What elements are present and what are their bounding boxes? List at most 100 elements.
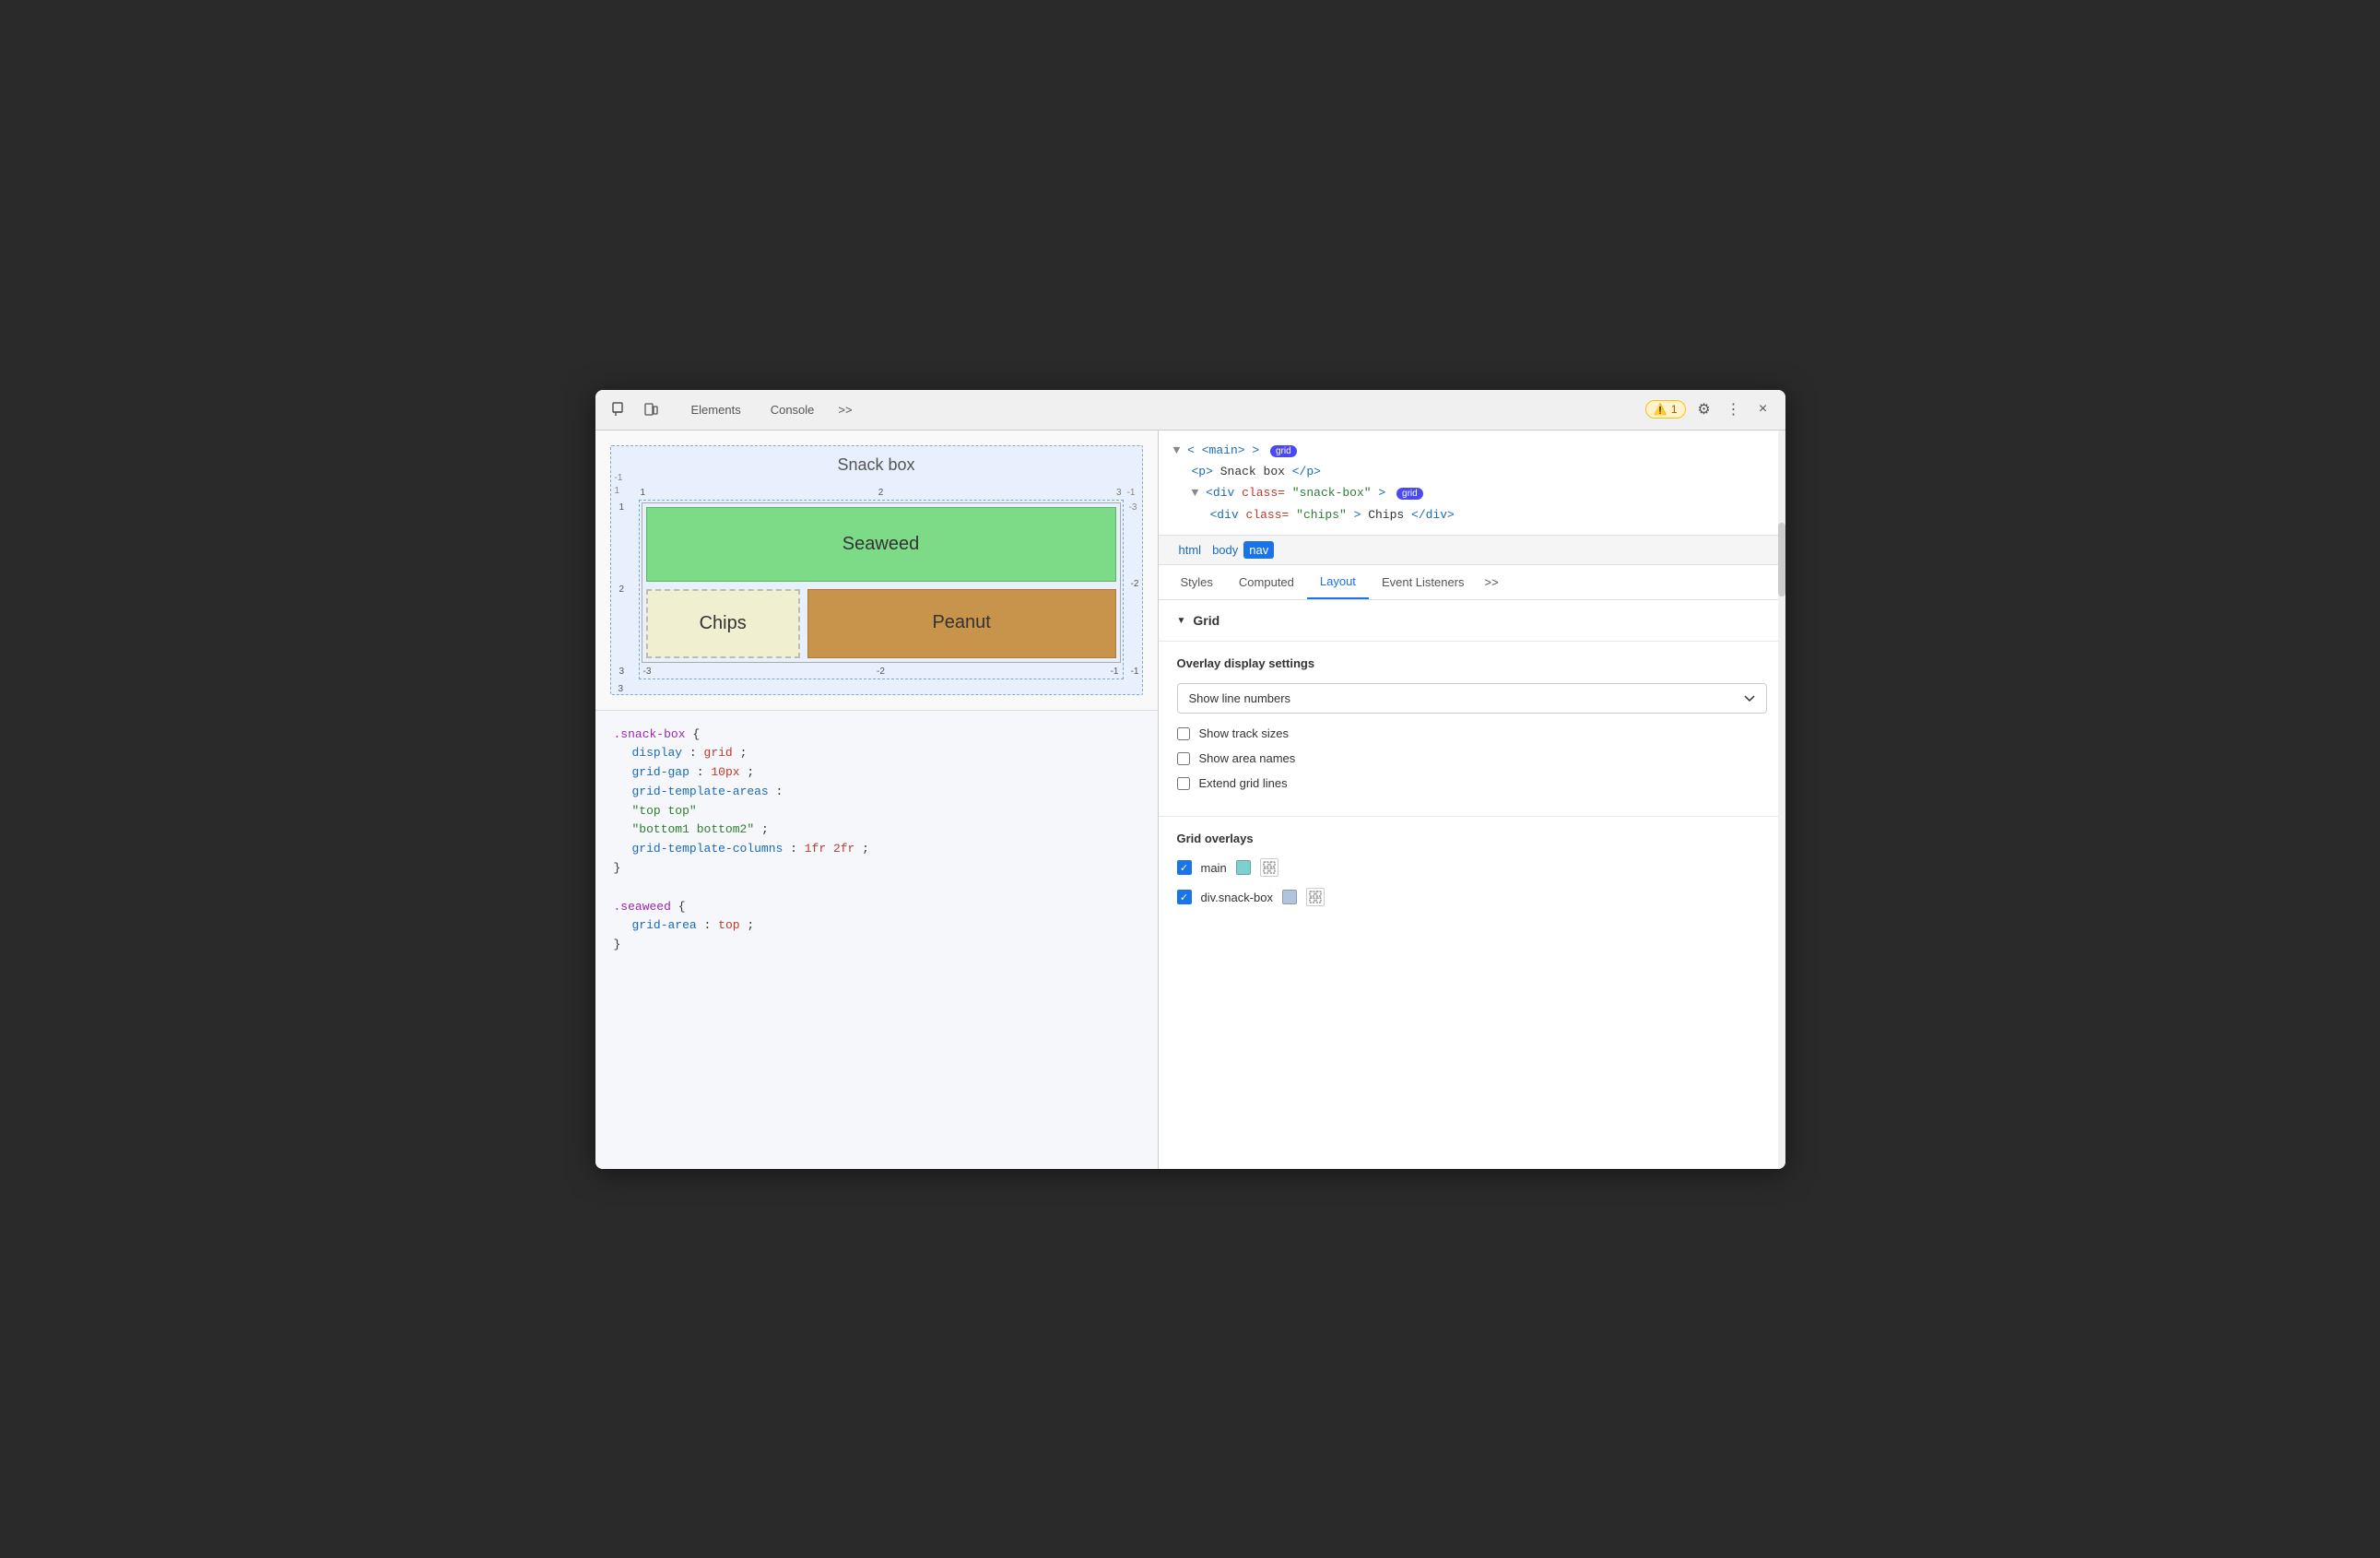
checkbox-area-names-input[interactable] bbox=[1177, 752, 1190, 765]
main-grid-badge: grid bbox=[1270, 445, 1297, 457]
tab-layout[interactable]: Layout bbox=[1307, 565, 1369, 599]
toolbar-right: ⚠️ 1 ⚙ ⋮ × bbox=[1645, 398, 1774, 420]
tab-more[interactable]: >> bbox=[831, 394, 859, 426]
grid-right-numbers: -2 -1 bbox=[1131, 501, 1139, 679]
css-prop-columns: grid-template-columns bbox=[632, 842, 784, 856]
tab-event-listeners[interactable]: Event Listeners bbox=[1369, 565, 1478, 599]
device-toolbar-button[interactable] bbox=[638, 396, 664, 422]
more-options-button[interactable]: ⋮ bbox=[1723, 398, 1745, 420]
checkbox-extend-grid-lines: Extend grid lines bbox=[1177, 776, 1767, 790]
panel-tabs: Styles Computed Layout Event Listeners >… bbox=[1159, 565, 1785, 600]
grid-chevron-icon: ▼ bbox=[1177, 616, 1186, 626]
breadcrumb-html[interactable]: html bbox=[1173, 541, 1208, 559]
breadcrumb: html body nav bbox=[1159, 536, 1785, 565]
overlay-settings-section: Overlay display settings Show line numbe… bbox=[1159, 642, 1785, 817]
left-panel: Snack box 1 2 3 -1 -3 bbox=[595, 431, 1159, 1169]
code-line-5: "top top" bbox=[614, 802, 1139, 821]
close-button[interactable]: × bbox=[1752, 398, 1774, 420]
grid-outer-box: -1 -3 1 2 3 -2 -1 bbox=[639, 500, 1124, 679]
grid-preview-container: Snack box 1 2 3 -1 -3 bbox=[610, 445, 1143, 695]
overlay-main-label: main bbox=[1201, 861, 1227, 875]
snackbox-grid-badge: grid bbox=[1396, 488, 1423, 500]
left-num-2: 2 bbox=[619, 584, 625, 595]
right-panel: ▼ < <main> > grid <p> Snack box </p> ▼ <… bbox=[1159, 431, 1785, 1169]
grid-overlays-section: Grid overlays main bbox=[1159, 817, 1785, 932]
grid-section-title: Grid bbox=[1193, 613, 1219, 628]
bottom-neg3: -3 bbox=[643, 667, 652, 677]
outer-left-num: 1 bbox=[615, 486, 620, 496]
code-line-4: grid-template-areas : bbox=[614, 783, 1139, 802]
css-val-area: top bbox=[718, 918, 739, 932]
code-line-6: "bottom1 bottom2" ; bbox=[614, 820, 1139, 840]
right-neg1b: -1 bbox=[1131, 667, 1139, 677]
neg1-top: -1 bbox=[1127, 488, 1136, 498]
code-line-2: display : grid ; bbox=[614, 744, 1139, 763]
layout-content: ▼ Grid Overlay display settings Show lin… bbox=[1159, 600, 1785, 1168]
seaweed-cell: Seaweed bbox=[646, 507, 1116, 582]
warning-icon: ⚠️ bbox=[1654, 403, 1667, 416]
checkbox-track-sizes-label: Show track sizes bbox=[1199, 726, 1290, 740]
css-val-columns: 1fr 2fr bbox=[805, 842, 855, 856]
inspect-element-button[interactable] bbox=[607, 396, 632, 422]
overlay-main-color-swatch[interactable] bbox=[1236, 860, 1251, 875]
css-val-area1: "top top" bbox=[632, 804, 697, 818]
dom-line-p: <p> Snack box </p> bbox=[1173, 461, 1771, 482]
code-line-spacer bbox=[614, 879, 1139, 898]
code-line-1: .snack-box { bbox=[614, 726, 1139, 745]
scrollbar-thumb[interactable] bbox=[1778, 523, 1785, 596]
overlay-snackbox-checkbox[interactable] bbox=[1177, 890, 1192, 904]
tab-elements[interactable]: Elements bbox=[678, 394, 754, 426]
left-num-3: 3 bbox=[619, 667, 625, 677]
overlay-snackbox-color-swatch[interactable] bbox=[1282, 890, 1297, 904]
overlay-snackbox-icon-btn[interactable] bbox=[1306, 888, 1325, 906]
css-prop-areas: grid-template-areas bbox=[632, 785, 769, 798]
grid-overlays-title: Grid overlays bbox=[1177, 832, 1767, 845]
devtools-body: Snack box 1 2 3 -1 -3 bbox=[595, 431, 1785, 1169]
code-panel: .snack-box { display : grid ; grid-gap :… bbox=[595, 710, 1158, 1169]
right-neg2: -2 bbox=[1131, 579, 1139, 589]
dom-viewer: ▼ < <main> > grid <p> Snack box </p> ▼ <… bbox=[1159, 431, 1785, 537]
css-selector-1: .snack-box bbox=[614, 727, 686, 741]
tab-styles[interactable]: Styles bbox=[1168, 565, 1226, 599]
checkbox-track-sizes-input[interactable] bbox=[1177, 727, 1190, 740]
peanut-cell: Peanut bbox=[807, 589, 1116, 658]
toolbar-left-icons bbox=[607, 396, 664, 422]
dom-line-div-chips: <div class= "chips" > Chips </div> bbox=[1173, 504, 1771, 525]
grid-outer-wrapper: 1 2 3 -1 -3 1 2 3 bbox=[639, 488, 1124, 679]
bottom-neg1: -1 bbox=[1111, 667, 1119, 677]
code-line-9: .seaweed { bbox=[614, 898, 1139, 917]
breadcrumb-body[interactable]: body bbox=[1207, 541, 1243, 559]
grid-left-numbers: 1 2 3 bbox=[619, 501, 625, 679]
overlay-main-checkbox[interactable] bbox=[1177, 860, 1192, 875]
css-selector-2: .seaweed bbox=[614, 900, 671, 914]
scrollbar-track[interactable] bbox=[1778, 431, 1785, 1169]
tab-panel-more[interactable]: >> bbox=[1478, 565, 1506, 599]
grid-top-numbers: 1 2 3 bbox=[639, 488, 1124, 498]
checkbox-area-names: Show area names bbox=[1177, 751, 1767, 765]
overlay-row-snackbox: div.snack-box bbox=[1177, 888, 1767, 906]
warning-count: 1 bbox=[1671, 403, 1678, 416]
dom-line-div-snackbox: ▼ <div class= "snack-box" > grid bbox=[1173, 482, 1771, 503]
overlay-main-icon-btn[interactable] bbox=[1260, 858, 1278, 877]
top-num-3: 3 bbox=[1116, 488, 1122, 498]
bottom-neg2: -2 bbox=[877, 667, 885, 677]
left-num-1: 1 bbox=[619, 502, 625, 513]
code-line-7: grid-template-columns : 1fr 2fr ; bbox=[614, 840, 1139, 859]
css-val-gap: 10px bbox=[711, 765, 739, 779]
css-prop-gap: grid-gap bbox=[632, 765, 689, 779]
breadcrumb-nav[interactable]: nav bbox=[1243, 541, 1274, 559]
css-val-grid: grid bbox=[704, 746, 733, 760]
code-line-8: } bbox=[614, 859, 1139, 879]
settings-button[interactable]: ⚙ bbox=[1693, 398, 1715, 420]
checkbox-extend-grid-lines-input[interactable] bbox=[1177, 777, 1190, 790]
code-line-10: grid-area : top ; bbox=[614, 916, 1139, 936]
tab-console[interactable]: Console bbox=[758, 394, 828, 426]
overlay-dropdown[interactable]: Show line numbers Show track sizes Show … bbox=[1177, 683, 1767, 714]
toolbar: Elements Console >> ⚠️ 1 ⚙ ⋮ × bbox=[595, 390, 1785, 431]
grid-section-header[interactable]: ▼ Grid bbox=[1159, 600, 1785, 642]
left-num-3-outer: 3 bbox=[619, 684, 624, 694]
tab-computed[interactable]: Computed bbox=[1226, 565, 1307, 599]
chips-cell: Chips bbox=[646, 589, 800, 658]
dom-line-main: ▼ < <main> > grid bbox=[1173, 440, 1771, 461]
main-tabs: Elements Console >> bbox=[678, 394, 1638, 426]
